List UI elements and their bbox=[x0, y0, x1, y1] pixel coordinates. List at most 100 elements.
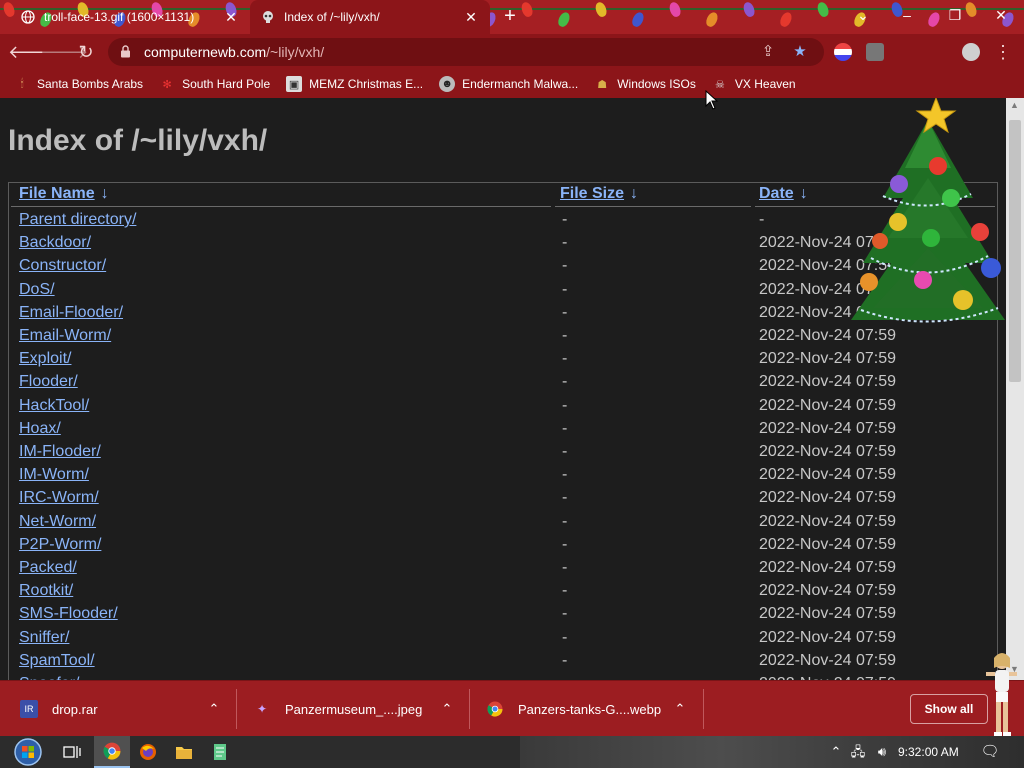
directory-link[interactable]: P2P-Worm/ bbox=[19, 536, 101, 554]
date-cell: 2022-Nov-24 07:59 bbox=[759, 489, 896, 507]
date-cell: 2022-Nov-24 07:59 bbox=[759, 373, 896, 391]
new-tab-button[interactable]: + bbox=[498, 4, 522, 28]
directory-link[interactable]: IRC-Worm/ bbox=[19, 489, 99, 507]
extension-s-icon[interactable] bbox=[866, 43, 884, 61]
close-tab-icon[interactable]: ✕ bbox=[222, 9, 240, 26]
directory-link[interactable]: IM-Worm/ bbox=[19, 466, 89, 484]
taskbar-clock[interactable]: 9:32:00 AM bbox=[898, 736, 959, 768]
directory-link[interactable]: Exploit/ bbox=[19, 350, 71, 368]
close-window-button[interactable]: ✕ bbox=[978, 0, 1024, 30]
christmas-light-bulb bbox=[778, 10, 794, 29]
sort-arrow-icon[interactable]: ↓ bbox=[800, 185, 808, 202]
tab-search-chevron-icon[interactable]: ⌄ bbox=[840, 0, 886, 30]
taskbar-chrome-icon[interactable] bbox=[94, 736, 130, 768]
folder-man-icon: ☗ bbox=[597, 78, 608, 91]
download-filename: Panzermuseum_....jpeg bbox=[285, 701, 423, 717]
volume-icon[interactable]: 🔊︎ bbox=[872, 736, 892, 768]
action-center-icon[interactable]: 🗨 bbox=[980, 736, 1000, 768]
directory-link[interactable]: Constructor/ bbox=[19, 257, 106, 275]
scrollbar-thumb[interactable] bbox=[1009, 120, 1021, 382]
directory-link[interactable]: DoS/ bbox=[19, 281, 55, 299]
header-divider bbox=[555, 206, 751, 207]
chevron-up-icon[interactable]: ⌃ bbox=[202, 701, 226, 717]
directory-link[interactable]: Sniffer/ bbox=[19, 629, 69, 647]
christmas-light-bulb bbox=[667, 0, 683, 19]
sort-arrow-icon[interactable]: ↓ bbox=[630, 185, 638, 202]
header-divider bbox=[11, 206, 551, 207]
directory-link[interactable]: SMS-Flooder/ bbox=[19, 605, 118, 623]
bookmark-label: South Hard Pole bbox=[182, 77, 271, 91]
download-item-panzermuseum[interactable]: ✦ Panzermuseum_....jpeg ⌃ bbox=[253, 681, 459, 737]
share-icon[interactable]: ⇪ bbox=[756, 40, 780, 64]
bookmark-vx-heaven[interactable]: ☠ VX Heaven bbox=[712, 76, 796, 92]
sort-by-name-link[interactable]: File Name bbox=[19, 185, 95, 202]
lock-icon[interactable] bbox=[120, 45, 134, 59]
bookmark-star-icon[interactable]: ★ bbox=[788, 40, 812, 64]
directory-link[interactable]: SpamTool/ bbox=[19, 652, 95, 670]
sort-by-size-link[interactable]: File Size bbox=[560, 185, 624, 202]
download-separator bbox=[236, 689, 237, 729]
directory-link[interactable]: Parent directory/ bbox=[19, 211, 136, 229]
browser-window: troll-face-13.gif (1600×1131) ✕ Index of… bbox=[0, 0, 1024, 768]
minimize-button[interactable]: – bbox=[884, 0, 930, 30]
chevron-up-icon[interactable]: ⌃ bbox=[668, 701, 692, 717]
bookmark-south-hard-pole[interactable]: ✻ South Hard Pole bbox=[159, 76, 270, 92]
reload-button[interactable]: ↻ bbox=[73, 39, 99, 65]
extension-flag-icon[interactable] bbox=[834, 43, 852, 61]
christmas-light-bulb bbox=[704, 10, 720, 29]
bookmark-endermanch-malware[interactable]: ☻ Endermanch Malwa... bbox=[439, 76, 578, 92]
close-tab-icon[interactable]: ✕ bbox=[462, 9, 480, 26]
table-row: Flooder/ - 2022-Nov-24 07:59 bbox=[9, 373, 997, 396]
column-header-date[interactable]: Date ↓ bbox=[759, 185, 808, 203]
directory-link[interactable]: Email-Flooder/ bbox=[19, 304, 123, 322]
directory-link[interactable]: Flooder/ bbox=[19, 373, 78, 391]
page-scrollbar[interactable]: ▲ ▼ bbox=[1006, 98, 1024, 680]
forward-button[interactable]: 🡒 bbox=[40, 39, 88, 65]
profile-avatar-icon[interactable] bbox=[962, 43, 980, 61]
directory-link[interactable]: Backdoor/ bbox=[19, 234, 91, 252]
sort-by-date-link[interactable]: Date bbox=[759, 185, 794, 202]
tab-index-vxh[interactable]: Index of /~lily/vxh/ ✕ bbox=[250, 0, 490, 34]
tab-title: troll-face-13.gif (1600×1131) bbox=[44, 10, 195, 24]
task-view-icon[interactable] bbox=[54, 736, 90, 768]
table-row: SMS-Flooder/ - 2022-Nov-24 07:59 bbox=[9, 605, 997, 628]
address-bar[interactable]: computernewb.com/~lily/vxh/ ⇪ ★ bbox=[108, 38, 824, 66]
bookmark-label: Windows ISOs bbox=[617, 77, 696, 91]
bookmarks-bar: 🕯 Santa Bombs Arabs ✻ South Hard Pole ▣ … bbox=[0, 70, 1024, 98]
taskbar-firefox-icon[interactable] bbox=[130, 736, 166, 768]
date-cell: - bbox=[759, 211, 765, 228]
sort-arrow-icon[interactable]: ↓ bbox=[101, 185, 109, 202]
column-header-file-name[interactable]: File Name ↓ bbox=[19, 185, 109, 203]
show-all-downloads-button[interactable]: Show all bbox=[910, 694, 988, 724]
directory-link[interactable]: HackTool/ bbox=[19, 397, 89, 415]
scroll-up-arrow-icon[interactable]: ▲ bbox=[1010, 100, 1019, 110]
directory-link[interactable]: Rootkit/ bbox=[19, 582, 73, 600]
chrome-icon bbox=[486, 700, 504, 718]
table-row: Net-Worm/ - 2022-Nov-24 07:59 bbox=[9, 513, 997, 536]
chevron-up-icon[interactable]: ⌃ bbox=[435, 701, 459, 717]
back-button[interactable]: 🡐 bbox=[8, 39, 56, 65]
bookmark-windows-isos[interactable]: ☗ Windows ISOs bbox=[594, 76, 696, 92]
directory-link[interactable]: Email-Worm/ bbox=[19, 327, 111, 345]
dancing-figure-decoration bbox=[986, 653, 1017, 737]
bookmark-memz-christmas[interactable]: ▣ MEMZ Christmas E... bbox=[286, 76, 423, 92]
taskbar-file-explorer-icon[interactable] bbox=[166, 736, 202, 768]
download-item-drop-rar[interactable]: IR drop.rar ⌃ bbox=[20, 681, 226, 737]
tab-troll-face[interactable]: troll-face-13.gif (1600×1131) ✕ bbox=[10, 0, 250, 34]
christmas-tree-decoration bbox=[851, 98, 1005, 323]
menu-kebab-icon[interactable]: ⋮ bbox=[990, 39, 1016, 65]
taskbar-notepad-icon[interactable] bbox=[202, 736, 238, 768]
tray-chevron-up-icon[interactable]: ⌃ bbox=[826, 736, 846, 768]
bookmark-santa-bombs-arabs[interactable]: 🕯 Santa Bombs Arabs bbox=[14, 76, 143, 92]
file-size-cell: - bbox=[562, 651, 568, 669]
directory-link[interactable]: Packed/ bbox=[19, 559, 77, 577]
maximize-button[interactable]: ❐ bbox=[932, 0, 978, 30]
directory-link[interactable]: Net-Worm/ bbox=[19, 513, 96, 531]
column-header-file-size[interactable]: File Size ↓ bbox=[560, 185, 638, 203]
start-orb-icon[interactable] bbox=[10, 736, 46, 768]
download-item-panzers-tanks[interactable]: Panzers-tanks-G....webp ⌃ bbox=[486, 681, 692, 737]
directory-link[interactable]: Hoax/ bbox=[19, 420, 61, 438]
raccoon-icon: ☻ bbox=[439, 76, 456, 92]
network-icon[interactable]: 🖧 bbox=[848, 736, 868, 768]
directory-link[interactable]: IM-Flooder/ bbox=[19, 443, 101, 461]
